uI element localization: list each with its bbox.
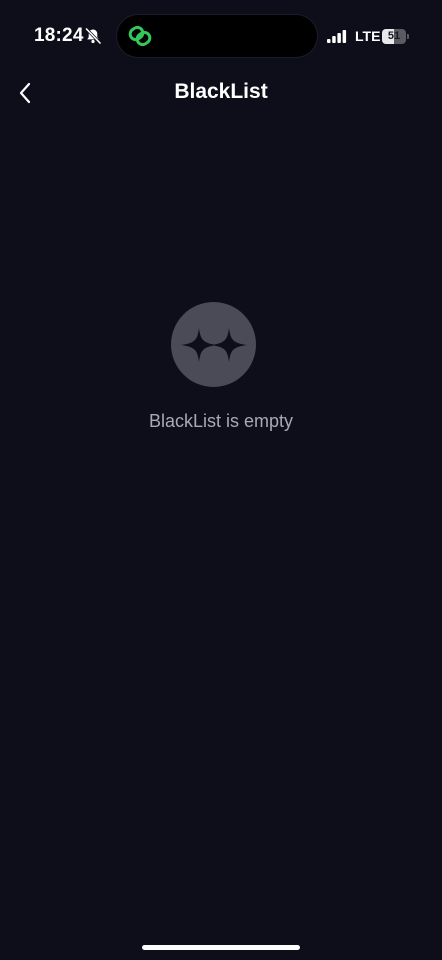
- battery-icon: 51: [382, 29, 409, 44]
- signal-icon: [327, 30, 347, 43]
- bell-slash-icon: [84, 27, 102, 45]
- battery-body: 51: [382, 29, 406, 44]
- battery-level: 51: [387, 30, 401, 42]
- home-indicator[interactable]: [142, 945, 300, 950]
- link-icon: [127, 23, 153, 49]
- empty-state: BlackList is empty: [0, 302, 442, 442]
- screen: 18:24 LTE 51 BlackList BlackList is empt…: [0, 0, 442, 960]
- dynamic-island[interactable]: [117, 15, 317, 57]
- sparkles-icon: [181, 328, 247, 362]
- network-type: LTE: [355, 28, 381, 44]
- page-title: BlackList: [174, 80, 268, 103]
- status-bar: 18:24 LTE 51: [0, 0, 442, 72]
- empty-state-message: BlackList is empty: [148, 411, 294, 431]
- nav-bar: BlackList: [0, 72, 442, 116]
- empty-state-badge: [171, 302, 256, 387]
- status-time: 18:24: [34, 25, 84, 46]
- battery-cap: [407, 34, 409, 39]
